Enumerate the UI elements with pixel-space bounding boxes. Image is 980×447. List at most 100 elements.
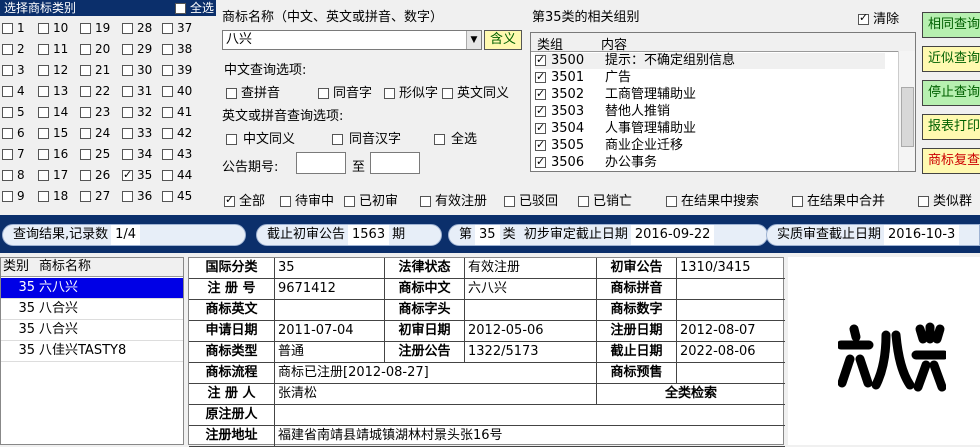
filter-8[interactable]: 类似群 <box>918 190 972 209</box>
class-checkbox-27[interactable]: 27 <box>80 188 110 204</box>
class-checkbox-18[interactable]: 18 <box>38 188 68 204</box>
class-checkbox-33[interactable]: 33 <box>122 125 152 141</box>
side-button-0[interactable]: 相同查询 <box>922 12 980 38</box>
group-row[interactable]: 3502 工商管理辅助业 <box>535 86 696 103</box>
filter-6[interactable]: 在结果中搜索 <box>666 190 759 209</box>
class-checkbox-43[interactable]: 43 <box>162 146 192 162</box>
class-checkbox-40[interactable]: 40 <box>162 83 192 99</box>
detail-search-all[interactable]: 全类检索 <box>597 384 785 405</box>
class-checkbox-32[interactable]: 32 <box>122 104 152 120</box>
class-checkbox-36[interactable]: 36 <box>122 188 152 204</box>
class-checkbox-41[interactable]: 41 <box>162 104 192 120</box>
group-row[interactable]: 3504 人事管理辅助业 <box>535 120 696 137</box>
period-from-input[interactable] <box>296 152 346 174</box>
group-code: 3506 <box>551 155 585 170</box>
result-list[interactable]: 类别 商标名称 35 六八兴 35 八合兴 35 八合兴 35 八佳兴TASTY8 <box>0 257 184 445</box>
filter-7[interactable]: 在结果中合并 <box>792 190 885 209</box>
result-row[interactable]: 35 八合兴 <box>1 320 183 341</box>
class-checkbox-21[interactable]: 21 <box>80 62 110 78</box>
side-button-2[interactable]: 停止查询 <box>922 80 980 106</box>
group-row[interactable]: 3500 提示：不确定组别信息 <box>535 52 885 69</box>
group-row[interactable]: 3501 广告 <box>535 69 631 86</box>
cn-option-1[interactable]: 同音字 <box>318 82 372 101</box>
group-row[interactable]: 3505 商业企业迁移 <box>535 137 683 154</box>
class-checkbox-5[interactable]: 5 <box>2 104 25 120</box>
select-all-classes[interactable]: 全选 <box>175 0 214 16</box>
class-checkbox-37[interactable]: 37 <box>162 20 192 36</box>
detail-address: 福建省南靖县靖城镇湖林村景头张16号 <box>275 426 785 447</box>
class-checkbox-14[interactable]: 14 <box>38 104 68 120</box>
result-row[interactable]: 35 六八兴 <box>1 278 183 299</box>
group-content: 商业企业迁移 <box>605 138 684 153</box>
checkbox-icon <box>2 128 13 139</box>
trademark-name-combobox[interactable]: 八兴 ▼ <box>222 30 482 50</box>
class-checkbox-31[interactable]: 31 <box>122 83 152 99</box>
result-row[interactable]: 35 八合兴 <box>1 299 183 320</box>
en-option-0[interactable]: 中文同义 <box>226 128 295 147</box>
cn-option-2[interactable]: 形似字 <box>384 82 438 101</box>
trademark-detail-grid: 国际分类 35 法律状态 有效注册 初审公告 1310/3415 注 册 号 9671412 商… <box>188 257 785 447</box>
checkbox-icon <box>2 44 13 55</box>
class-checkbox-23[interactable]: 23 <box>80 104 110 120</box>
class-checkbox-8[interactable]: 8 <box>2 167 25 183</box>
dropdown-arrow-icon[interactable]: ▼ <box>466 31 481 49</box>
filter-2[interactable]: 已初审 <box>344 190 398 209</box>
scroll-thumb[interactable] <box>901 87 914 147</box>
filter-1[interactable]: 待审中 <box>280 190 334 209</box>
class-checkbox-9[interactable]: 9 <box>2 188 25 204</box>
class-checkbox-42[interactable]: 42 <box>162 125 192 141</box>
class-checkbox-20[interactable]: 20 <box>80 41 110 57</box>
clear-groups[interactable]: 清除 <box>858 8 899 27</box>
class-number: 36 <box>137 189 153 203</box>
class-checkbox-1[interactable]: 1 <box>2 20 25 36</box>
group-list[interactable]: 类组 内容 3500提示：不确定组别信息3501广告3502工商管理辅助业350… <box>530 32 916 172</box>
class-checkbox-28[interactable]: 28 <box>122 20 152 36</box>
period-to-input[interactable] <box>370 152 420 174</box>
cn-option-3[interactable]: 英文同义 <box>442 82 509 101</box>
group-row[interactable]: 3503 替他人推销 <box>535 103 670 120</box>
group-row[interactable]: 3506 办公事务 <box>535 154 657 171</box>
class-checkbox-19[interactable]: 19 <box>80 20 110 36</box>
class-checkbox-13[interactable]: 13 <box>38 83 68 99</box>
class-checkbox-10[interactable]: 10 <box>38 20 68 36</box>
filter-3[interactable]: 有效注册 <box>420 190 487 209</box>
meaning-button[interactable]: 含义 <box>484 30 522 50</box>
result-row[interactable]: 35 八佳兴TASTY8 <box>1 341 183 362</box>
class-number: 44 <box>177 168 193 182</box>
class-checkbox-44[interactable]: 44 <box>162 167 192 183</box>
class-checkbox-15[interactable]: 15 <box>38 125 68 141</box>
class-checkbox-12[interactable]: 12 <box>38 62 68 78</box>
filter-5[interactable]: 已销亡 <box>578 190 632 209</box>
class-checkbox-2[interactable]: 2 <box>2 41 25 57</box>
en-option-2[interactable]: 全选 <box>434 128 477 147</box>
class-checkbox-11[interactable]: 11 <box>38 41 68 57</box>
class-checkbox-3[interactable]: 3 <box>2 62 25 78</box>
class-checkbox-7[interactable]: 7 <box>2 146 25 162</box>
side-button-1[interactable]: 近似查询 <box>922 46 980 72</box>
class-checkbox-25[interactable]: 25 <box>80 146 110 162</box>
group-scrollbar[interactable] <box>898 51 915 171</box>
filter-4[interactable]: 已驳回 <box>504 190 558 209</box>
checkbox-icon <box>226 88 237 99</box>
class-checkbox-35[interactable]: 35 <box>122 167 152 183</box>
group-code: 3500 <box>551 53 585 68</box>
class-checkbox-45[interactable]: 45 <box>162 188 192 204</box>
class-number: 21 <box>95 63 111 77</box>
class-checkbox-38[interactable]: 38 <box>162 41 192 57</box>
class-checkbox-4[interactable]: 4 <box>2 83 25 99</box>
class-checkbox-39[interactable]: 39 <box>162 62 192 78</box>
class-checkbox-6[interactable]: 6 <box>2 125 25 141</box>
side-button-4[interactable]: 商标复查 <box>922 148 980 174</box>
class-checkbox-22[interactable]: 22 <box>80 83 110 99</box>
class-checkbox-26[interactable]: 26 <box>80 167 110 183</box>
class-checkbox-24[interactable]: 24 <box>80 125 110 141</box>
en-option-1[interactable]: 同音汉字 <box>332 128 401 147</box>
side-button-3[interactable]: 报表打印 <box>922 114 980 140</box>
class-checkbox-17[interactable]: 17 <box>38 167 68 183</box>
cn-option-0[interactable]: 查拼音 <box>226 82 280 101</box>
class-checkbox-16[interactable]: 16 <box>38 146 68 162</box>
class-checkbox-29[interactable]: 29 <box>122 41 152 57</box>
class-checkbox-30[interactable]: 30 <box>122 62 152 78</box>
filter-0[interactable]: 全部 <box>224 190 265 209</box>
class-checkbox-34[interactable]: 34 <box>122 146 152 162</box>
